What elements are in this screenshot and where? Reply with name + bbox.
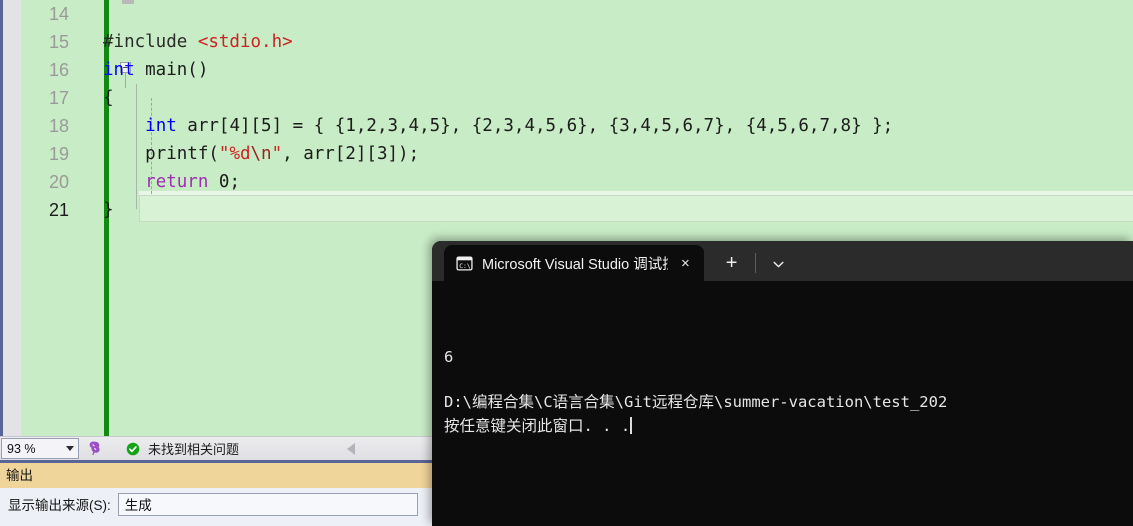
console-tab-strip: C:\ Microsoft Visual Studio 调试控 × + [432, 241, 1133, 281]
code-token: return [145, 172, 209, 192]
code-line[interactable]: 17 { [21, 84, 1133, 112]
code-token: int [103, 60, 135, 80]
code-line[interactable]: 15 #include <stdio.h> [21, 28, 1133, 56]
tabstrip-divider [755, 253, 757, 273]
code-line[interactable]: 14 [21, 0, 1133, 28]
zoom-level-value: 93 % [7, 441, 36, 456]
chevron-down-icon[interactable] [772, 258, 785, 271]
output-source-label: 显示输出来源(S): [8, 498, 111, 513]
code-token: , arr[2][3]); [282, 144, 420, 164]
green-check-circle-icon [126, 442, 140, 455]
code-line[interactable]: 16 int main() [21, 56, 1133, 84]
code-line[interactable]: 19 printf("%d\n", arr[2][3]); [21, 140, 1133, 168]
code-token: int [145, 116, 177, 136]
console-line-list: 6 D:\编程合集\C语言合集\Git远程仓库\summer-vacation\t… [444, 345, 1133, 438]
close-icon[interactable]: × [677, 253, 694, 274]
svg-text:C:\: C:\ [459, 261, 471, 269]
code-token: arr[4][5] = { {1,2,3,4,5}, {2,3,4,5,6}, … [176, 116, 894, 136]
intellicode-brain-icon[interactable] [84, 440, 102, 458]
code-token: <stdio.h> [197, 32, 293, 52]
code-token: "%d [218, 144, 251, 164]
editor-status-bar: 93 % 未找到相关问题 [0, 436, 433, 460]
code-line-list: 14 15 #include <stdio.h> 16 int main() 17 {18 … [21, 0, 1133, 224]
output-tab-strip: 输出 [0, 463, 433, 488]
console-output[interactable]: 6 D:\编程合集\C语言合集\Git远程仓库\summer-vacation\t… [432, 281, 1133, 486]
line-number: 18 [48, 115, 69, 136]
line-number: 19 [48, 143, 69, 164]
zoom-level-combobox[interactable]: 93 % [1, 438, 79, 459]
code-token: { [103, 88, 114, 108]
console-line: 6 [444, 348, 454, 366]
code-line[interactable]: 20 return 0; [21, 168, 1133, 196]
code-token: " [271, 144, 283, 164]
tab-output[interactable]: 输出 [0, 463, 43, 488]
console-line: D:\编程合集\C语言合集\Git远程仓库\summer-vacation\te… [444, 393, 948, 411]
line-number: 15 [48, 31, 69, 52]
code-line[interactable]: 18 int arr[4][5] = { {1,2,3,4,5}, {2,3,4… [21, 112, 1133, 140]
output-source-value: 生成 [124, 498, 152, 513]
console-caret [630, 417, 632, 434]
code-token: } [103, 200, 114, 220]
code-token: main() [134, 60, 209, 80]
line-number: 21 [48, 199, 69, 220]
code-text[interactable]: printf("%d\n", arr[2][3]); [83, 144, 1133, 164]
code-text[interactable]: int arr[4][5] = { {1,2,3,4,5}, {2,3,4,5,… [83, 116, 1133, 136]
code-text[interactable]: { [83, 88, 1133, 108]
code-text[interactable]: int main() [83, 60, 1133, 80]
debug-console-window[interactable]: C:\ Microsoft Visual Studio 调试控 × + 6 D:\… [432, 241, 1133, 526]
editor-outer-margin [3, 0, 21, 436]
line-number: 20 [48, 171, 69, 192]
problem-status-text: 未找到相关问题 [148, 442, 240, 457]
command-prompt-icon: C:\ [456, 255, 473, 271]
code-line[interactable]: 21} [21, 196, 1133, 224]
console-tab-title: Microsoft Visual Studio 调试控 [482, 256, 668, 273]
console-tab[interactable]: C:\ Microsoft Visual Studio 调试控 × [444, 245, 704, 281]
code-text[interactable]: return 0; [83, 172, 1133, 192]
output-source-combobox[interactable]: 生成 [117, 492, 418, 516]
output-tool-window: 输出 显示输出来源(S): 生成 [0, 460, 433, 526]
code-token: \n [250, 144, 272, 164]
output-toolbar: 显示输出来源(S): 生成 [0, 488, 433, 520]
code-token: printf( [103, 144, 219, 164]
console-line: 按任意键关闭此窗口. . . [444, 417, 632, 435]
code-token: 0; [208, 172, 240, 192]
line-number: 14 [48, 3, 69, 24]
line-number: 17 [48, 87, 69, 108]
left-triangle-icon[interactable] [347, 442, 355, 455]
code-token: #include [103, 32, 198, 52]
code-text[interactable]: #include <stdio.h> [83, 32, 1133, 52]
line-number: 16 [48, 59, 69, 80]
chevron-down-icon[interactable] [66, 446, 74, 451]
code-text[interactable]: } [83, 200, 1133, 220]
new-tab-icon[interactable]: + [726, 253, 738, 273]
